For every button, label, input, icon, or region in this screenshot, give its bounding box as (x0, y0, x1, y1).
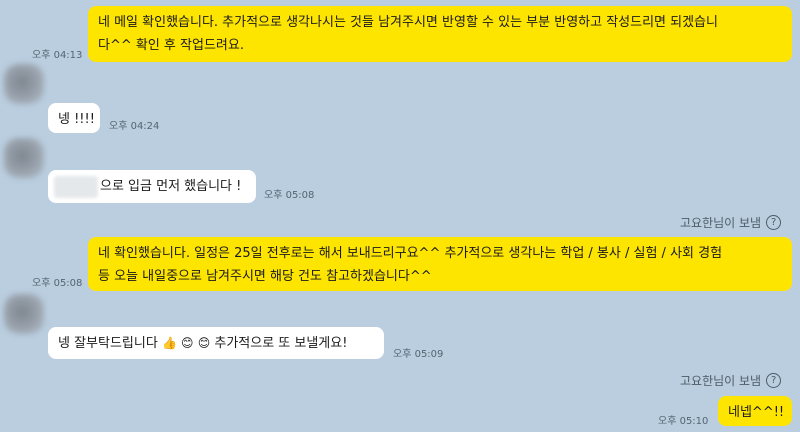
smile-emoji: 😊 (197, 336, 211, 350)
question-circle-icon[interactable]: ? (766, 373, 782, 388)
sender-note: 고요한님이 보냄 ? (680, 214, 782, 231)
message-line: 네 확인했습니다. 일정은 25일 전후로는 해서 보내드리구요^^ 추가적으로… (98, 246, 723, 261)
sender-note-text: 고요한님이 보냄 (680, 216, 762, 230)
sender-avatar[interactable] (4, 64, 44, 104)
smile-emoji: 😊 (181, 336, 194, 350)
message-text: 으로 입금 먼저 했습니다 ! (100, 179, 242, 194)
their-message-bubble[interactable]: 으로 입금 먼저 했습니다 ! (48, 170, 256, 203)
their-message-bubble[interactable]: 넹 잘부탁드립니다 👍 😊 😊 추가적으로 또 보낼게요! (48, 327, 384, 359)
message-time: 오후 05:08 (32, 278, 83, 289)
message-time: 오후 04:24 (109, 121, 160, 132)
sender-note-text: 고요한님이 보냄 (680, 374, 762, 388)
message-text: 네넵^^!! (728, 405, 785, 420)
chat-room: 오후 04:13 네 메일 확인했습니다. 추가적으로 생각나시는 것들 남겨주… (0, 0, 800, 432)
my-message-bubble[interactable]: 네 확인했습니다. 일정은 25일 전후로는 해서 보내드리구요^^ 추가적으로… (88, 237, 792, 291)
message-text: 추가적으로 또 보낼게요! (214, 336, 348, 351)
message-line: 다^^ 확인 후 작업드려요. (98, 38, 244, 53)
my-message-bubble[interactable]: 네 메일 확인했습니다. 추가적으로 생각나시는 것들 남겨주시면 반영할 수 … (88, 6, 792, 62)
sender-avatar[interactable] (4, 294, 44, 334)
message-time: 오후 05:08 (264, 190, 315, 201)
my-message-bubble[interactable]: 네넵^^!! (718, 396, 792, 426)
message-time: 오후 04:13 (32, 50, 83, 61)
thumbs-up-emoji: 👍 (161, 336, 177, 350)
question-circle-icon[interactable]: ? (766, 215, 782, 230)
their-message-bubble[interactable]: 넹 !!!! (48, 103, 100, 133)
sender-note: 고요한님이 보냄 ? (680, 372, 782, 389)
message-line: 등 오늘 내일중으로 남겨주시면 해당 건도 참고하겠습니다^^ (98, 269, 432, 284)
sender-avatar[interactable] (4, 138, 44, 178)
message-time: 오후 05:09 (393, 349, 444, 360)
message-time: 오후 05:10 (658, 416, 709, 427)
message-line: 네 메일 확인했습니다. 추가적으로 생각나시는 것들 남겨주시면 반영할 수 … (98, 15, 718, 30)
message-text: 넹 잘부탁드립니다 (58, 336, 158, 351)
message-text: 넹 !!!! (58, 112, 95, 127)
redacted-text (54, 175, 98, 198)
